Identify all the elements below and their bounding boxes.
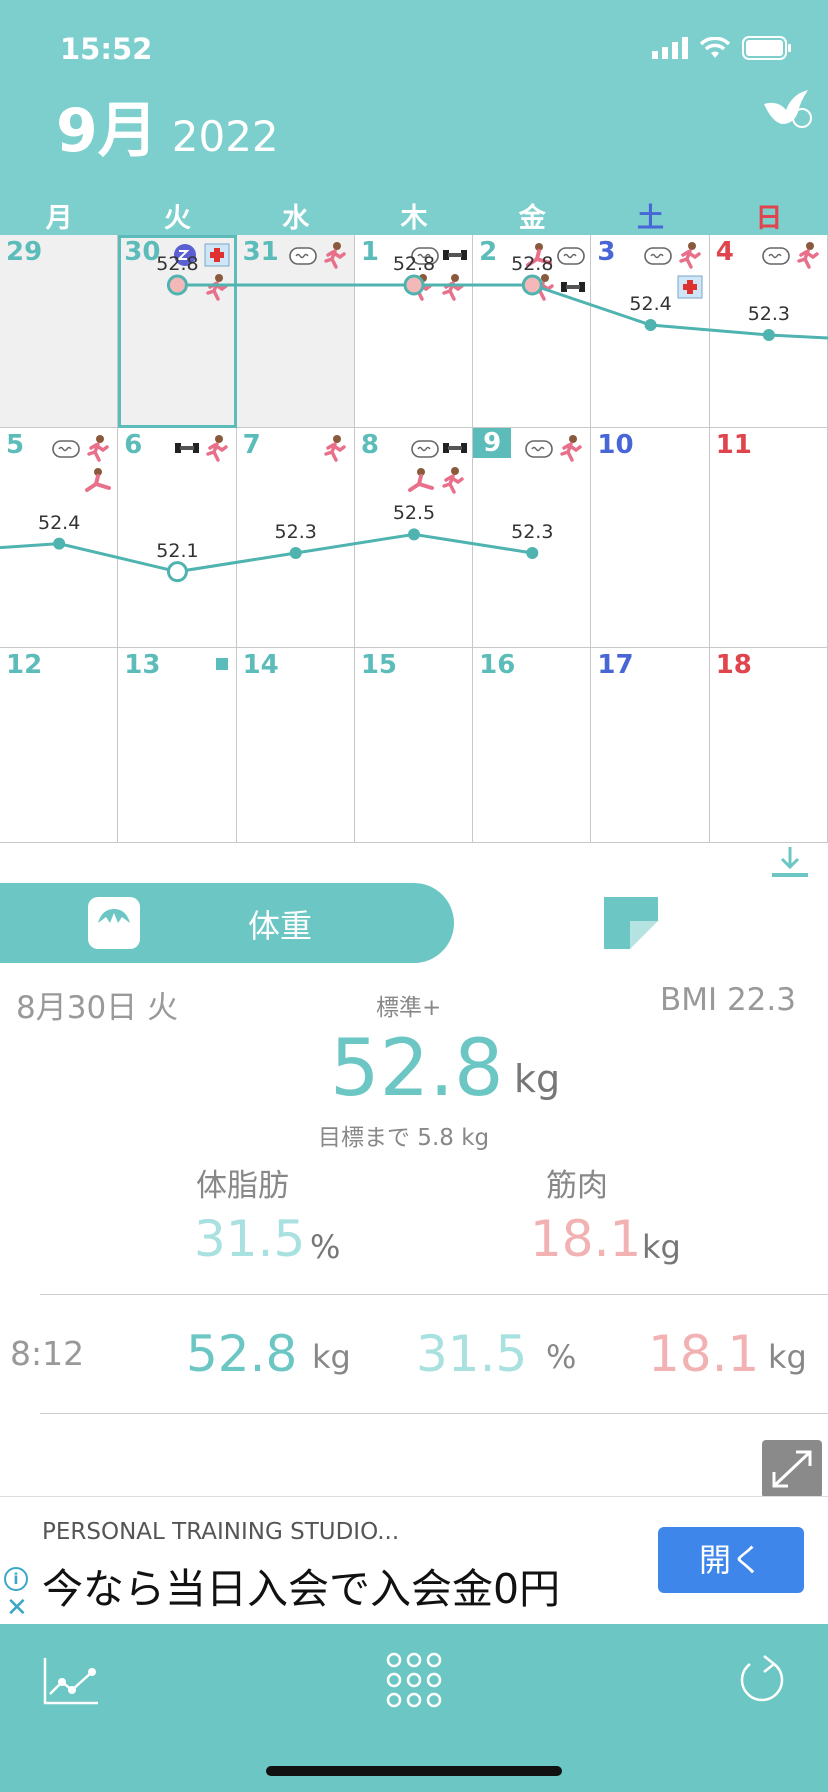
weight-line bbox=[0, 532, 533, 574]
bmi-category: 標準+ bbox=[376, 995, 442, 1021]
goal-text: 目標まで 5.8 kg bbox=[318, 1125, 490, 1151]
body-fat-label: 体脂肪 bbox=[196, 1168, 289, 1204]
weight-point-label: 52.4 bbox=[37, 511, 81, 534]
bmi-value: BMI 22.3 bbox=[659, 982, 796, 1018]
weight-point bbox=[526, 547, 539, 559]
divider bbox=[40, 1294, 828, 1295]
weight-point-label: 52.4 bbox=[629, 293, 672, 315]
weight-point-label: 52.1 bbox=[156, 539, 199, 562]
record-weight-unit: kg bbox=[312, 1338, 351, 1376]
graph-icon[interactable] bbox=[42, 1656, 100, 1706]
selected-date: 8月30日 火 bbox=[16, 990, 179, 1026]
weekday-mon: 月 bbox=[45, 203, 73, 234]
weight-value: 52.8 bbox=[330, 1024, 504, 1114]
weekday-thu: 木 bbox=[400, 203, 428, 234]
weight-point-label: 52.3 bbox=[511, 521, 554, 543]
bottom-toolbar bbox=[0, 1624, 828, 1792]
ad-banner[interactable]: PERSONAL TRAINING STUDIO... 今なら当日入会で入会金0… bbox=[0, 1496, 828, 1624]
weight-point bbox=[644, 319, 657, 331]
body-fat-value: 31.5 bbox=[194, 1210, 306, 1268]
scale-icon bbox=[88, 897, 140, 949]
muscle-unit: kg bbox=[642, 1228, 681, 1266]
weight-point bbox=[762, 329, 775, 341]
year-label: 2022 bbox=[171, 112, 279, 161]
battery-icon bbox=[742, 36, 791, 60]
signal-icon bbox=[652, 37, 688, 59]
record-time: 8:12 bbox=[10, 1334, 85, 1373]
weight-line bbox=[177, 283, 828, 340]
ad-subtitle: PERSONAL TRAINING STUDIO... bbox=[42, 1519, 400, 1545]
divider bbox=[40, 1413, 828, 1414]
record-fat-unit: % bbox=[546, 1338, 577, 1376]
weekday-sun: 日 bbox=[755, 203, 783, 234]
expand-icon[interactable] bbox=[762, 1440, 822, 1498]
weight-point-label: 52.3 bbox=[747, 303, 790, 325]
weight-point-label: 52.8 bbox=[392, 253, 436, 275]
record-fat: 31.5 bbox=[416, 1325, 528, 1383]
weekday-header: 月 火 水 木 金 土 日 bbox=[0, 196, 828, 234]
weight-point bbox=[166, 561, 188, 583]
weight-point-label: 52.3 bbox=[274, 521, 317, 543]
month-title[interactable]: 9月 2022 bbox=[56, 82, 279, 169]
grid-menu-icon[interactable] bbox=[386, 1652, 442, 1708]
home-indicator bbox=[266, 1766, 562, 1776]
weekday-tue: 火 bbox=[163, 203, 191, 234]
weekday-fri: 金 bbox=[518, 203, 546, 234]
wifi-icon bbox=[700, 37, 730, 58]
bird-logo-icon[interactable] bbox=[760, 84, 812, 132]
note-icon[interactable] bbox=[604, 897, 658, 949]
ad-close-icon[interactable]: ✕ bbox=[6, 1595, 28, 1621]
body-fat-unit: % bbox=[310, 1228, 341, 1266]
refresh-icon[interactable] bbox=[736, 1650, 788, 1706]
record-muscle: 18.1 bbox=[648, 1325, 760, 1383]
header: 15:52 9月 2022 月 火 水 木 金 土 日 bbox=[0, 0, 828, 235]
ad-info-icon[interactable]: i bbox=[4, 1567, 28, 1591]
weight-point-label: 52.8 bbox=[511, 253, 554, 275]
weight-point bbox=[166, 274, 188, 296]
status-time: 15:52 bbox=[60, 32, 153, 66]
month-label: 9月 bbox=[56, 96, 158, 166]
weekday-sat: 土 bbox=[637, 203, 665, 234]
weight-point bbox=[53, 537, 66, 550]
weight-point bbox=[521, 274, 543, 296]
weight-point bbox=[408, 528, 420, 541]
calendar-grid: 29 30 31 1 2 3 4 5 6 7 8 9 10 11 12 13 14 15 16 17 18 52.8 52.… bbox=[0, 235, 828, 843]
record-weight: 52.8 bbox=[186, 1325, 298, 1383]
muscle-label: 筋肉 bbox=[546, 1168, 608, 1204]
ad-open-button[interactable]: 開く bbox=[658, 1527, 804, 1593]
weight-point bbox=[403, 274, 425, 296]
weight-point-label: 52.8 bbox=[156, 253, 199, 275]
ad-headline: 今なら当日入会で入会金0円 bbox=[42, 1565, 561, 1613]
weight-point bbox=[289, 547, 302, 559]
weight-point-label: 52.5 bbox=[392, 502, 436, 525]
weight-trend-chart bbox=[0, 274, 828, 583]
status-icons bbox=[652, 36, 792, 60]
weekday-wed: 水 bbox=[282, 203, 310, 234]
muscle-value: 18.1 bbox=[530, 1210, 642, 1268]
weight-unit: kg bbox=[514, 1057, 561, 1101]
tab-weight[interactable]: 体重 bbox=[0, 883, 454, 963]
record-muscle-unit: kg bbox=[768, 1338, 807, 1376]
download-icon[interactable] bbox=[770, 845, 810, 879]
tab-weight-label: 体重 bbox=[248, 907, 313, 945]
